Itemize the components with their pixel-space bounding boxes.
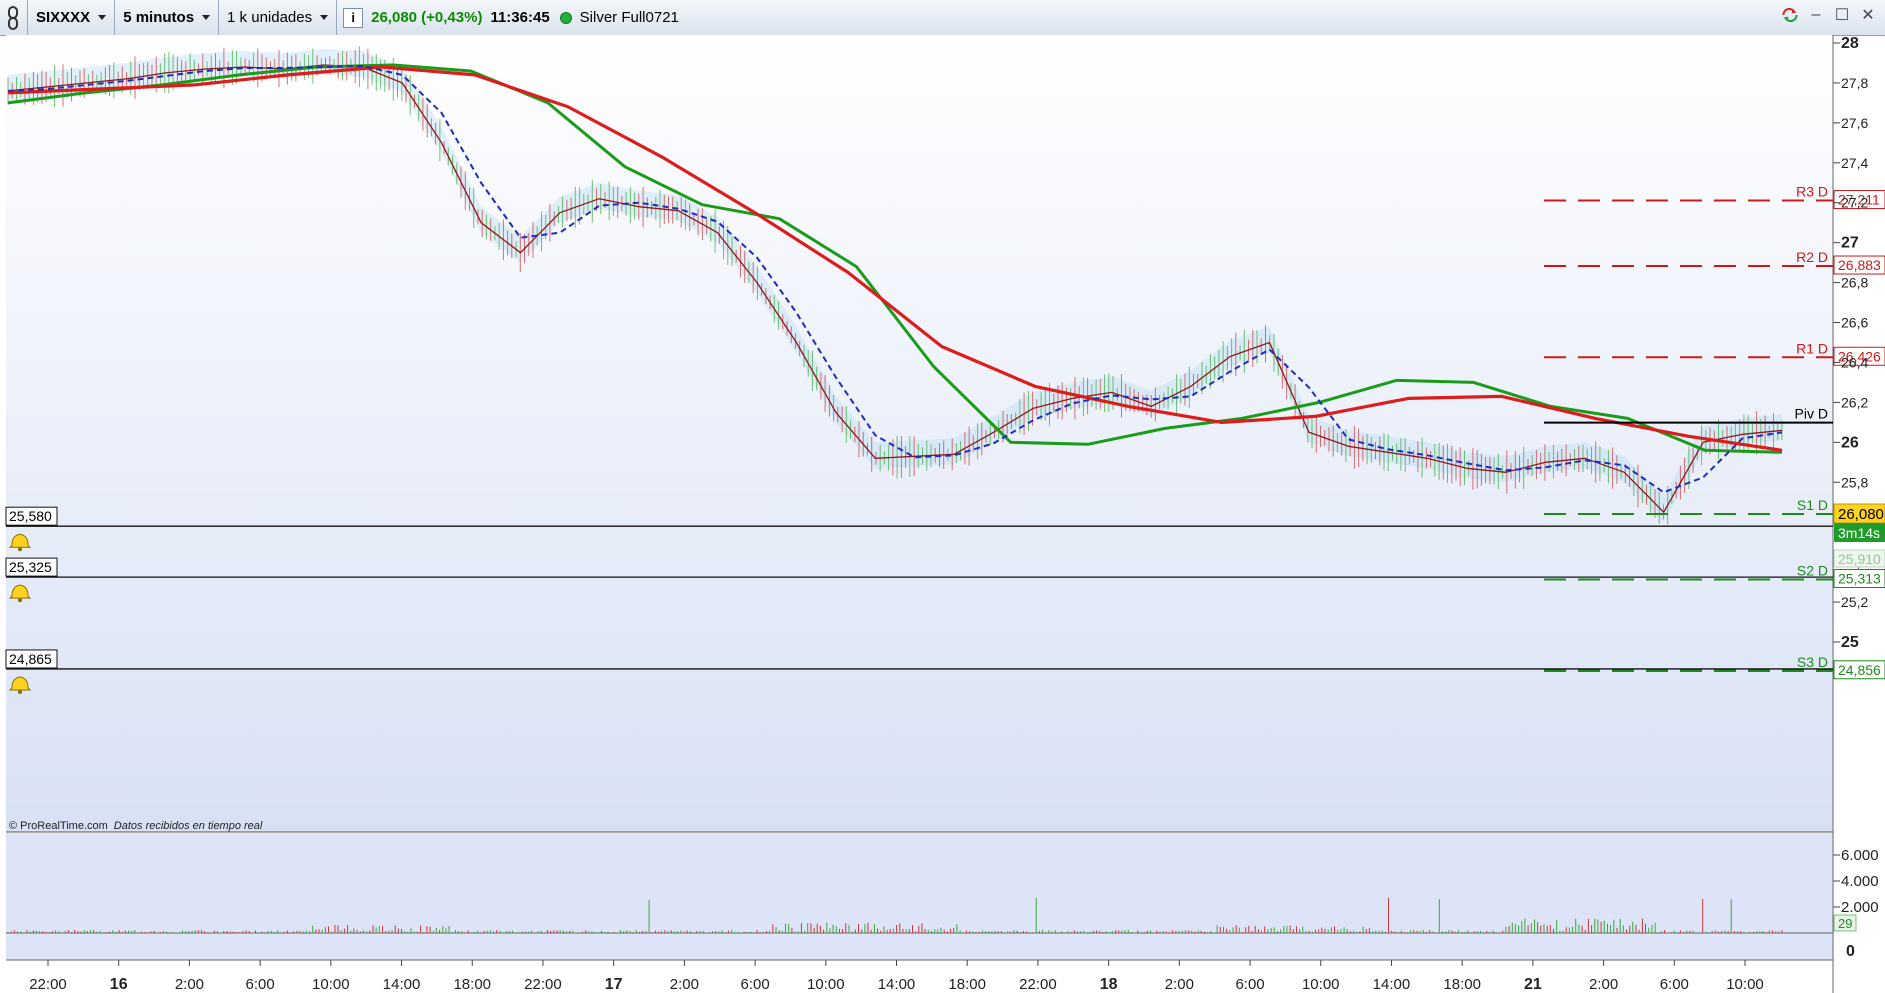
x-tick-label: 18:00 [1443,976,1481,993]
x-tick-label: 6:00 [1660,976,1689,993]
alert-value-label: 24,865 [9,651,52,667]
pivot-label: S3 D [1797,654,1828,670]
x-tick-label: 22:00 [29,976,67,993]
x-tick-label: 18:00 [453,976,491,993]
price-chart[interactable]: R3 D27,211R2 D26,883R1 D26,426Piv DS1 D2… [0,35,1885,993]
y-tick-label: 26,8 [1841,275,1868,291]
y-tick-label: 27,8 [1841,75,1868,91]
volume-tick-label: 0 [1846,943,1855,960]
pivot-value-label: 25,313 [1838,571,1881,587]
volume-tick-label: 6.000 [1841,847,1879,864]
time-axis: 22:00 16 2:00 6:00 10:00 14:00 18:00 22:00 17 2:0… [29,960,1764,993]
timeframe-label: 5 minutos [123,9,195,26]
pivot-label: Piv D [1795,406,1828,422]
minimize-icon[interactable]: – [1807,6,1825,24]
y-tick-label: 26,4 [1841,354,1868,370]
close-icon[interactable]: ✕ [1859,6,1877,24]
x-tick-label: 16 [110,976,128,993]
current-price-label: 26,080 [1838,506,1884,523]
volume-tick-label: 2.000 [1841,899,1879,916]
y-tick-label: 25,8 [1841,474,1868,490]
pivot-label: R2 D [1796,249,1828,265]
x-tick-label: 14:00 [878,976,916,993]
x-tick-label: 21 [1524,976,1542,993]
pivot-value-label: 26,883 [1838,257,1881,273]
link-chain-icon[interactable] [0,0,28,35]
y-tick-label: 26 [1841,434,1859,451]
alert-value-label: 25,580 [9,508,52,524]
y-tick-label: 25,2 [1841,594,1868,610]
y-tick-label: 27 [1841,235,1859,252]
pivot-label: S2 D [1797,563,1828,579]
x-tick-label: 14:00 [383,976,421,993]
y-tick-label: 27,6 [1841,115,1868,131]
refresh-icon[interactable] [1781,6,1799,24]
price-panel-background [6,35,1833,832]
x-tick-label: 17 [605,976,623,993]
units-dropdown[interactable]: 1 k unidades [219,0,338,35]
data-status-label: Datos recibidos en tiempo real [114,820,263,832]
x-tick-label: 2:00 [1589,976,1618,993]
x-tick-label: 18:00 [948,976,986,993]
x-tick-label: 6:00 [740,976,769,993]
pivot-label: R3 D [1796,184,1828,200]
x-tick-label: 6:00 [1235,976,1264,993]
units-label: 1 k unidades [227,9,313,26]
chart-toolbar: SIXXXX 5 minutos 1 k unidades i 26,080 (… [0,0,1885,36]
data-source: © ProRealTime.com Datos recibidos en tiem… [9,820,263,832]
data-source-label: © ProRealTime.com [9,820,108,832]
chevron-down-icon [202,15,211,20]
pivot-label: R1 D [1796,340,1828,356]
connection-status-icon [559,11,572,24]
x-tick-label: 2:00 [1165,976,1194,993]
chevron-down-icon [320,15,329,20]
x-tick-label: 14:00 [1373,976,1411,993]
y-tick-label: 26,6 [1841,315,1868,331]
x-tick-label: 18 [1100,976,1118,993]
price-change: 26,080 (+0,43%) [371,9,483,26]
timeframe-dropdown[interactable]: 5 minutos [115,0,220,35]
volume-panel-background [6,833,1833,960]
window-controls: – ☐ ✕ [1781,6,1877,24]
pivot-label: S1 D [1797,497,1828,513]
x-tick-label: 10:00 [1302,976,1340,993]
x-tick-label: 22:00 [1019,976,1057,993]
chevron-down-icon [98,15,107,20]
info-icon[interactable]: i [343,7,364,28]
alert-value-label: 25,325 [9,559,52,575]
x-tick-label: 10:00 [312,976,350,993]
volume-tick-label: 4.000 [1841,873,1879,890]
x-tick-label: 2:00 [670,976,699,993]
symbol-label: SIXXXX [36,9,91,26]
x-tick-label: 2:00 [175,976,204,993]
clock: 11:36:45 [490,9,550,26]
secondary-price-label: 25,910 [1838,551,1881,567]
countdown-label: 3m14s [1838,525,1880,541]
x-tick-label: 10:00 [807,976,845,993]
x-tick-label: 6:00 [246,976,275,993]
y-tick-label: 27,4 [1841,155,1868,171]
y-tick-label: 27,2 [1841,195,1868,211]
account-label: Silver Full0721 [579,9,679,26]
maximize-icon[interactable]: ☐ [1833,6,1851,24]
volume-value-label: 29 [1838,916,1852,931]
x-tick-label: 22:00 [524,976,562,993]
x-tick-label: 10:00 [1726,976,1764,993]
pivot-value-label: 24,856 [1838,662,1881,678]
y-tick-label: 28 [1841,35,1859,52]
y-tick-label: 25 [1841,634,1859,651]
y-tick-label: 26,2 [1841,394,1868,410]
symbol-dropdown[interactable]: SIXXXX [28,0,116,35]
